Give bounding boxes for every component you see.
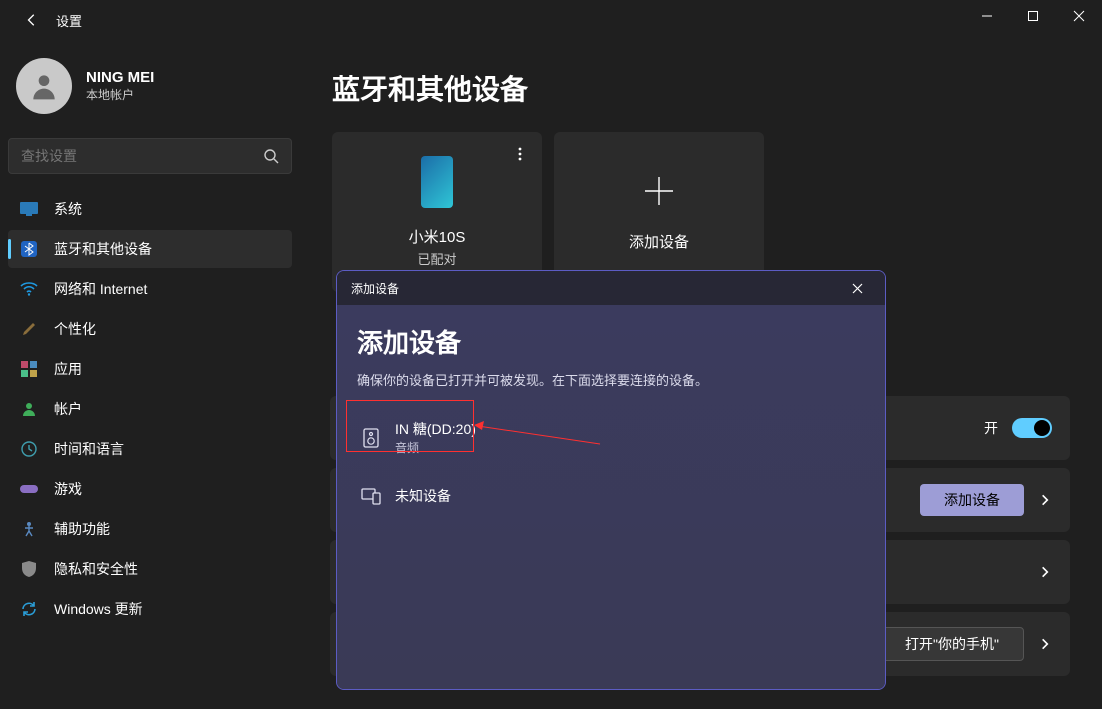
dialog-subtext: 确保你的设备已打开并可被发现。在下面选择要连接的设备。 <box>357 370 865 389</box>
close-button[interactable] <box>1056 0 1102 32</box>
nav-system[interactable]: 系统 <box>8 190 292 228</box>
dialog-close-button[interactable] <box>843 274 871 302</box>
gamepad-icon <box>20 480 38 498</box>
dialog-heading: 添加设备 <box>357 323 865 360</box>
nav-network[interactable]: 网络和 Internet <box>8 270 292 308</box>
apps-icon <box>20 360 38 378</box>
add-device-button[interactable]: 添加设备 <box>920 484 1024 516</box>
chevron-right-icon <box>1038 637 1052 651</box>
nav-bluetooth[interactable]: 蓝牙和其他设备 <box>8 230 292 268</box>
nav-label: 应用 <box>54 359 82 379</box>
bluetooth-icon <box>20 240 38 258</box>
nav-update[interactable]: Windows 更新 <box>8 590 292 628</box>
device-name: 小米10S <box>409 226 466 247</box>
nav-label: 时间和语言 <box>54 439 124 459</box>
device-item-type: 音频 <box>395 439 476 456</box>
nav-label: 个性化 <box>54 319 96 339</box>
nav-label: 系统 <box>54 199 82 219</box>
nav-label: 隐私和安全性 <box>54 559 138 579</box>
page-title: 蓝牙和其他设备 <box>332 68 1070 108</box>
speaker-icon <box>361 428 381 448</box>
nav-label: 辅助功能 <box>54 519 110 539</box>
wifi-icon <box>20 280 38 298</box>
phone-icon <box>421 156 453 208</box>
paired-device-card[interactable]: 小米10S 已配对 <box>332 132 542 292</box>
add-device-label: 添加设备 <box>629 231 689 252</box>
search-input[interactable] <box>21 148 263 164</box>
update-icon <box>20 600 38 618</box>
shield-icon <box>20 560 38 578</box>
person-icon <box>20 400 38 418</box>
bluetooth-toggle[interactable] <box>1012 418 1052 438</box>
nav-accounts[interactable]: 帐户 <box>8 390 292 428</box>
dialog-titlebar: 添加设备 <box>337 271 885 305</box>
display-icon <box>20 200 38 218</box>
toggle-on-label: 开 <box>984 418 998 438</box>
device-item-unknown[interactable]: 未知设备 <box>357 480 865 512</box>
back-button[interactable] <box>16 4 48 36</box>
nav-label: 网络和 Internet <box>54 279 147 299</box>
profile-name: NING MEI <box>86 69 154 86</box>
app-title: 设置 <box>56 11 82 30</box>
window-controls <box>964 0 1102 32</box>
nav-personalize[interactable]: 个性化 <box>8 310 292 348</box>
devices-icon <box>361 486 381 506</box>
maximize-button[interactable] <box>1010 0 1056 32</box>
nav: 系统 蓝牙和其他设备 网络和 Internet 个性化 应用 帐户 <box>8 190 292 628</box>
dialog-titlebar-text: 添加设备 <box>351 280 399 297</box>
search-box[interactable] <box>8 138 292 174</box>
sidebar: NING MEI 本地帐户 系统 蓝牙和其他设备 网络和 Internet <box>0 40 300 709</box>
card-more-button[interactable] <box>506 140 534 168</box>
nav-label: 游戏 <box>54 479 82 499</box>
accessibility-icon <box>20 520 38 538</box>
nav-label: 蓝牙和其他设备 <box>54 239 152 259</box>
minimize-button[interactable] <box>964 0 1010 32</box>
profile-block[interactable]: NING MEI 本地帐户 <box>8 40 292 138</box>
titlebar: 设置 <box>0 0 1102 40</box>
avatar <box>16 58 72 114</box>
nav-label: 帐户 <box>54 399 82 419</box>
device-item-name: IN 糖(DD:20) <box>395 419 476 439</box>
plus-icon <box>641 173 677 209</box>
nav-accessibility[interactable]: 辅助功能 <box>8 510 292 548</box>
search-icon <box>263 148 279 164</box>
brush-icon <box>20 320 38 338</box>
add-device-card[interactable]: 添加设备 <box>554 132 764 292</box>
profile-sub: 本地帐户 <box>86 86 154 103</box>
clock-icon <box>20 440 38 458</box>
nav-label: Windows 更新 <box>54 599 143 619</box>
nav-apps[interactable]: 应用 <box>8 350 292 388</box>
nav-privacy[interactable]: 隐私和安全性 <box>8 550 292 588</box>
nav-time-language[interactable]: 时间和语言 <box>8 430 292 468</box>
nav-gaming[interactable]: 游戏 <box>8 470 292 508</box>
add-device-dialog: 添加设备 添加设备 确保你的设备已打开并可被发现。在下面选择要连接的设备。 IN… <box>336 270 886 690</box>
device-item-audio[interactable]: IN 糖(DD:20) 音频 <box>357 413 865 462</box>
open-your-phone-button[interactable]: 打开"你的手机" <box>880 627 1024 661</box>
chevron-right-icon <box>1038 493 1052 507</box>
chevron-right-icon <box>1038 565 1052 579</box>
device-status: 已配对 <box>417 249 456 268</box>
device-item-name: 未知设备 <box>395 486 451 506</box>
